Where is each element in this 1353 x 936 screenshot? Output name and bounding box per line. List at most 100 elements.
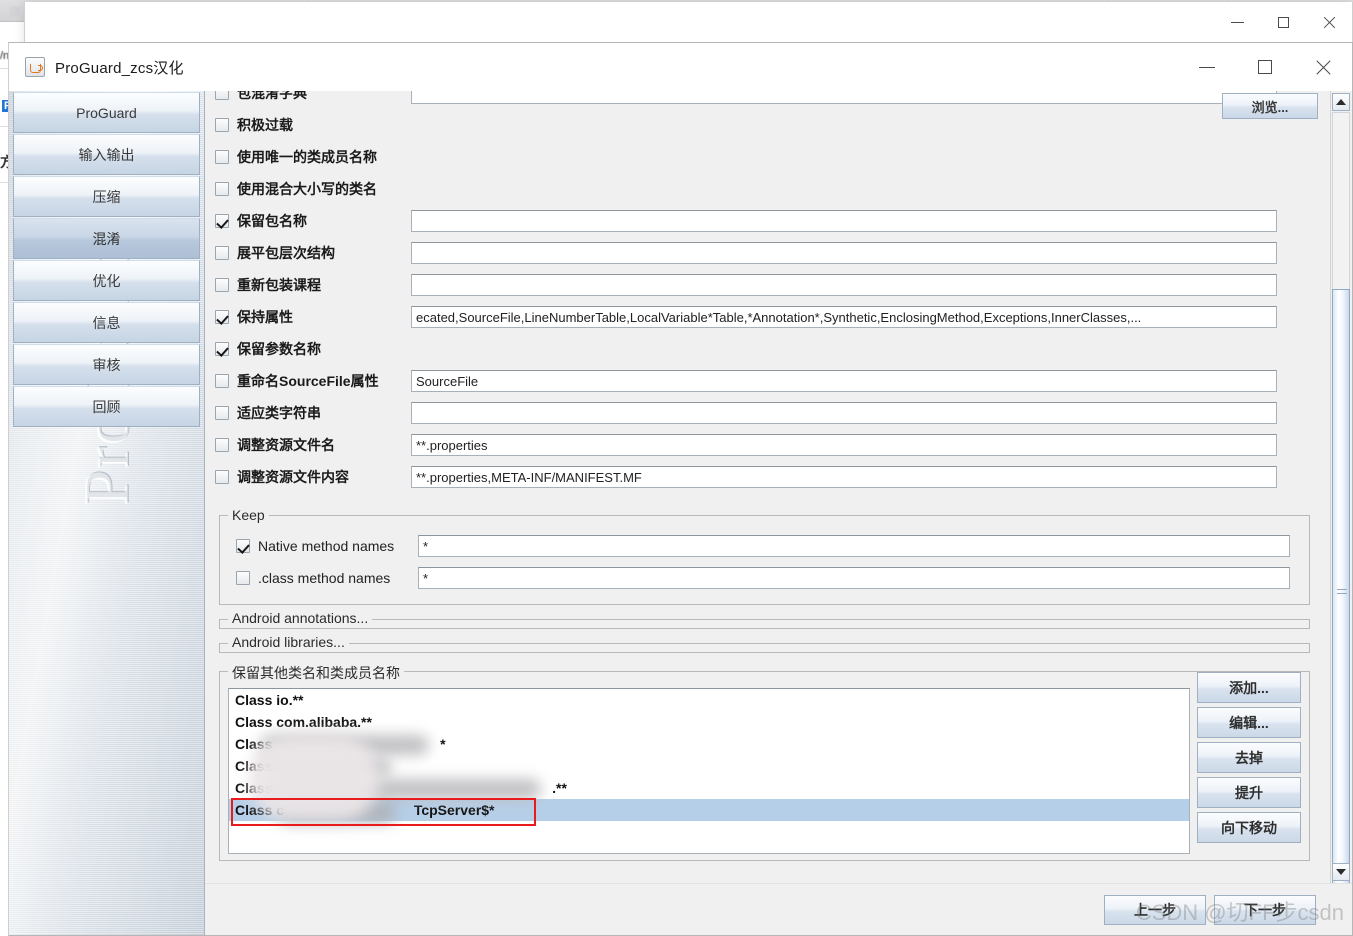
sidebar-item-proguard[interactable]: ProGuard [13, 92, 200, 133]
option-label-wrap[interactable]: 积极过载 [215, 115, 411, 135]
move-up-button[interactable]: 提升 [1197, 777, 1301, 808]
maximize-button[interactable] [1260, 5, 1306, 39]
chevron-down-icon [1336, 869, 1346, 875]
checkbox-rename-sourcefile-attribute[interactable] [215, 374, 229, 388]
option-label-wrap[interactable]: 保留参数名称 [215, 339, 411, 359]
close-icon [1315, 59, 1331, 75]
keep-label: .class method names [258, 570, 391, 586]
checkbox-mixed-case-class-names[interactable] [215, 182, 229, 196]
option-row-keep-attributes: 保持属性 ecated,SourceFile,LineNumberTable,L… [215, 301, 1314, 333]
option-label: 重新包装课程 [237, 277, 321, 293]
scrollbar-grip [1337, 589, 1347, 594]
checkbox-keep-package-names[interactable] [215, 214, 229, 228]
checkbox-flatten-package-hierarchy[interactable] [215, 246, 229, 260]
remove-button[interactable]: 去掉 [1197, 742, 1301, 773]
keep-label-wrap[interactable]: Native method names [228, 538, 418, 554]
minimize-icon [1199, 66, 1215, 68]
option-label-wrap[interactable]: 保留包名称 [215, 211, 411, 231]
input-package-dictionary[interactable] [411, 91, 1277, 104]
keep-other-listbox[interactable]: Class io.** Class com.alibaba.** Class *… [228, 688, 1190, 854]
app-window-controls [1178, 43, 1352, 91]
sidebar-item-review[interactable]: 审核 [13, 344, 200, 385]
keep-other-group: 保留其他类名和类成员名称 Class io.** Class com.aliba… [219, 663, 1310, 861]
option-label-wrap[interactable]: 保持属性 [215, 307, 411, 327]
input-adapt-class-strings[interactable] [411, 402, 1277, 424]
app-close-button[interactable] [1294, 43, 1352, 91]
option-label-wrap[interactable]: 展平包层次结构 [215, 243, 411, 263]
option-label-wrap[interactable]: 重命名SourceFile属性 [215, 371, 411, 391]
list-item[interactable]: Class com.alibaba.** [229, 711, 1189, 733]
option-label: 使用混合大小写的类名 [237, 181, 377, 197]
list-action-buttons: 添加... 编辑... 去掉 提升 向下移动 [1197, 672, 1301, 847]
keep-group: Keep Native method names * .class method… [219, 507, 1310, 605]
sidebar-item-input-output[interactable]: 输入输出 [13, 134, 200, 175]
checkbox-class-method-names[interactable] [236, 571, 250, 585]
edit-button[interactable]: 编辑... [1197, 707, 1301, 738]
content-area: 包混淆字典 积极过载 使用唯一的类成员名称 使用混合大小写的类名 保留包名称 展… [205, 91, 1352, 935]
input-class-method-names[interactable]: * [418, 567, 1290, 589]
checkbox-repackage-classes[interactable] [215, 278, 229, 292]
checkbox-adapt-class-strings[interactable] [215, 406, 229, 420]
add-button[interactable]: 添加... [1197, 672, 1301, 703]
input-repackage-classes[interactable] [411, 274, 1277, 296]
option-row-rename-sourcefile-attribute: 重命名SourceFile属性 SourceFile [215, 365, 1314, 397]
vertical-scrollbar[interactable] [1330, 91, 1350, 889]
app-maximize-button[interactable] [1236, 43, 1294, 91]
minimize-button[interactable] [1214, 5, 1260, 39]
list-item[interactable]: Class * [229, 733, 1189, 755]
scrollbar-thumb[interactable] [1332, 289, 1350, 889]
checkbox-adapt-resource-file-contents[interactable] [215, 470, 229, 484]
app-body: ProGuard 输入输出 压缩 混淆 优化 信息 审核 回顾 ProGuard [9, 91, 1352, 935]
option-label-wrap[interactable]: 使用混合大小写的类名 [215, 179, 411, 199]
option-label-wrap[interactable]: 使用唯一的类成员名称 [215, 147, 411, 167]
option-label: 重命名SourceFile属性 [237, 373, 379, 389]
input-adapt-resource-file-contents[interactable]: **.properties,META-INF/MANIFEST.MF [411, 466, 1277, 488]
checkbox-keep-parameter-names[interactable] [215, 342, 229, 356]
checkbox-native-method-names[interactable] [236, 539, 250, 553]
input-rename-sourcefile-attribute[interactable]: SourceFile [411, 370, 1277, 392]
android-libraries-group[interactable]: Android libraries... [219, 634, 1310, 653]
sidebar-item-information[interactable]: 信息 [13, 302, 200, 343]
checkbox-adapt-resource-file-names[interactable] [215, 438, 229, 452]
checkbox-aggressive-overloading[interactable] [215, 118, 229, 132]
option-label: 保留参数名称 [237, 341, 321, 357]
option-label: 保持属性 [237, 309, 293, 325]
list-item[interactable]: Class .** [229, 777, 1189, 799]
list-item-prefix: Class c [235, 802, 285, 818]
browse-button[interactable]: 浏览... [1222, 93, 1318, 119]
close-button[interactable] [1306, 5, 1352, 39]
scroll-up-button[interactable] [1332, 93, 1350, 111]
input-keep-attributes[interactable]: ecated,SourceFile,LineNumberTable,LocalV… [411, 306, 1277, 328]
checkbox-package-dictionary[interactable] [215, 91, 229, 100]
list-item[interactable]: Class [229, 755, 1189, 777]
option-label-wrap[interactable]: 包混淆字典 [215, 91, 411, 103]
next-button[interactable]: 下一步 [1214, 894, 1316, 925]
option-label-wrap[interactable]: 调整资源文件内容 [215, 467, 411, 487]
option-label-wrap[interactable]: 适应类字符串 [215, 403, 411, 423]
scroll-down-button[interactable] [1332, 863, 1350, 881]
input-native-method-names[interactable]: * [418, 535, 1290, 557]
previous-button[interactable]: 上一步 [1104, 894, 1206, 925]
sidebar-item-shrink[interactable]: 压缩 [13, 176, 200, 217]
input-adapt-resource-file-names[interactable]: **.properties [411, 434, 1277, 456]
sidebar-item-retrospect[interactable]: 回顾 [13, 386, 200, 427]
sidebar: ProGuard 输入输出 压缩 混淆 优化 信息 审核 回顾 ProGuard [9, 91, 205, 935]
option-label-wrap[interactable]: 重新包装课程 [215, 275, 411, 295]
option-row-keep-parameter-names: 保留参数名称 [215, 333, 1314, 365]
keep-label-wrap[interactable]: .class method names [228, 570, 418, 586]
keep-row-class-method-names: .class method names * [228, 562, 1301, 594]
list-item-suffix: * [440, 736, 446, 752]
sidebar-item-obfuscate[interactable]: 混淆 [13, 218, 200, 259]
checkbox-keep-attributes[interactable] [215, 310, 229, 324]
input-flatten-package-hierarchy[interactable] [411, 242, 1277, 264]
move-down-button[interactable]: 向下移动 [1197, 812, 1301, 843]
option-label-wrap[interactable]: 调整资源文件名 [215, 435, 411, 455]
checkbox-unique-member-names[interactable] [215, 150, 229, 164]
list-item[interactable]: Class io.** [229, 689, 1189, 711]
option-row-adapt-resource-file-names: 调整资源文件名 **.properties [215, 429, 1314, 461]
sidebar-item-optimize[interactable]: 优化 [13, 260, 200, 301]
android-annotations-group[interactable]: Android annotations... [219, 610, 1310, 629]
app-minimize-button[interactable] [1178, 43, 1236, 91]
input-keep-package-names[interactable] [411, 210, 1277, 232]
list-item-selected[interactable]: Class c TcpServer$* [229, 799, 1189, 821]
